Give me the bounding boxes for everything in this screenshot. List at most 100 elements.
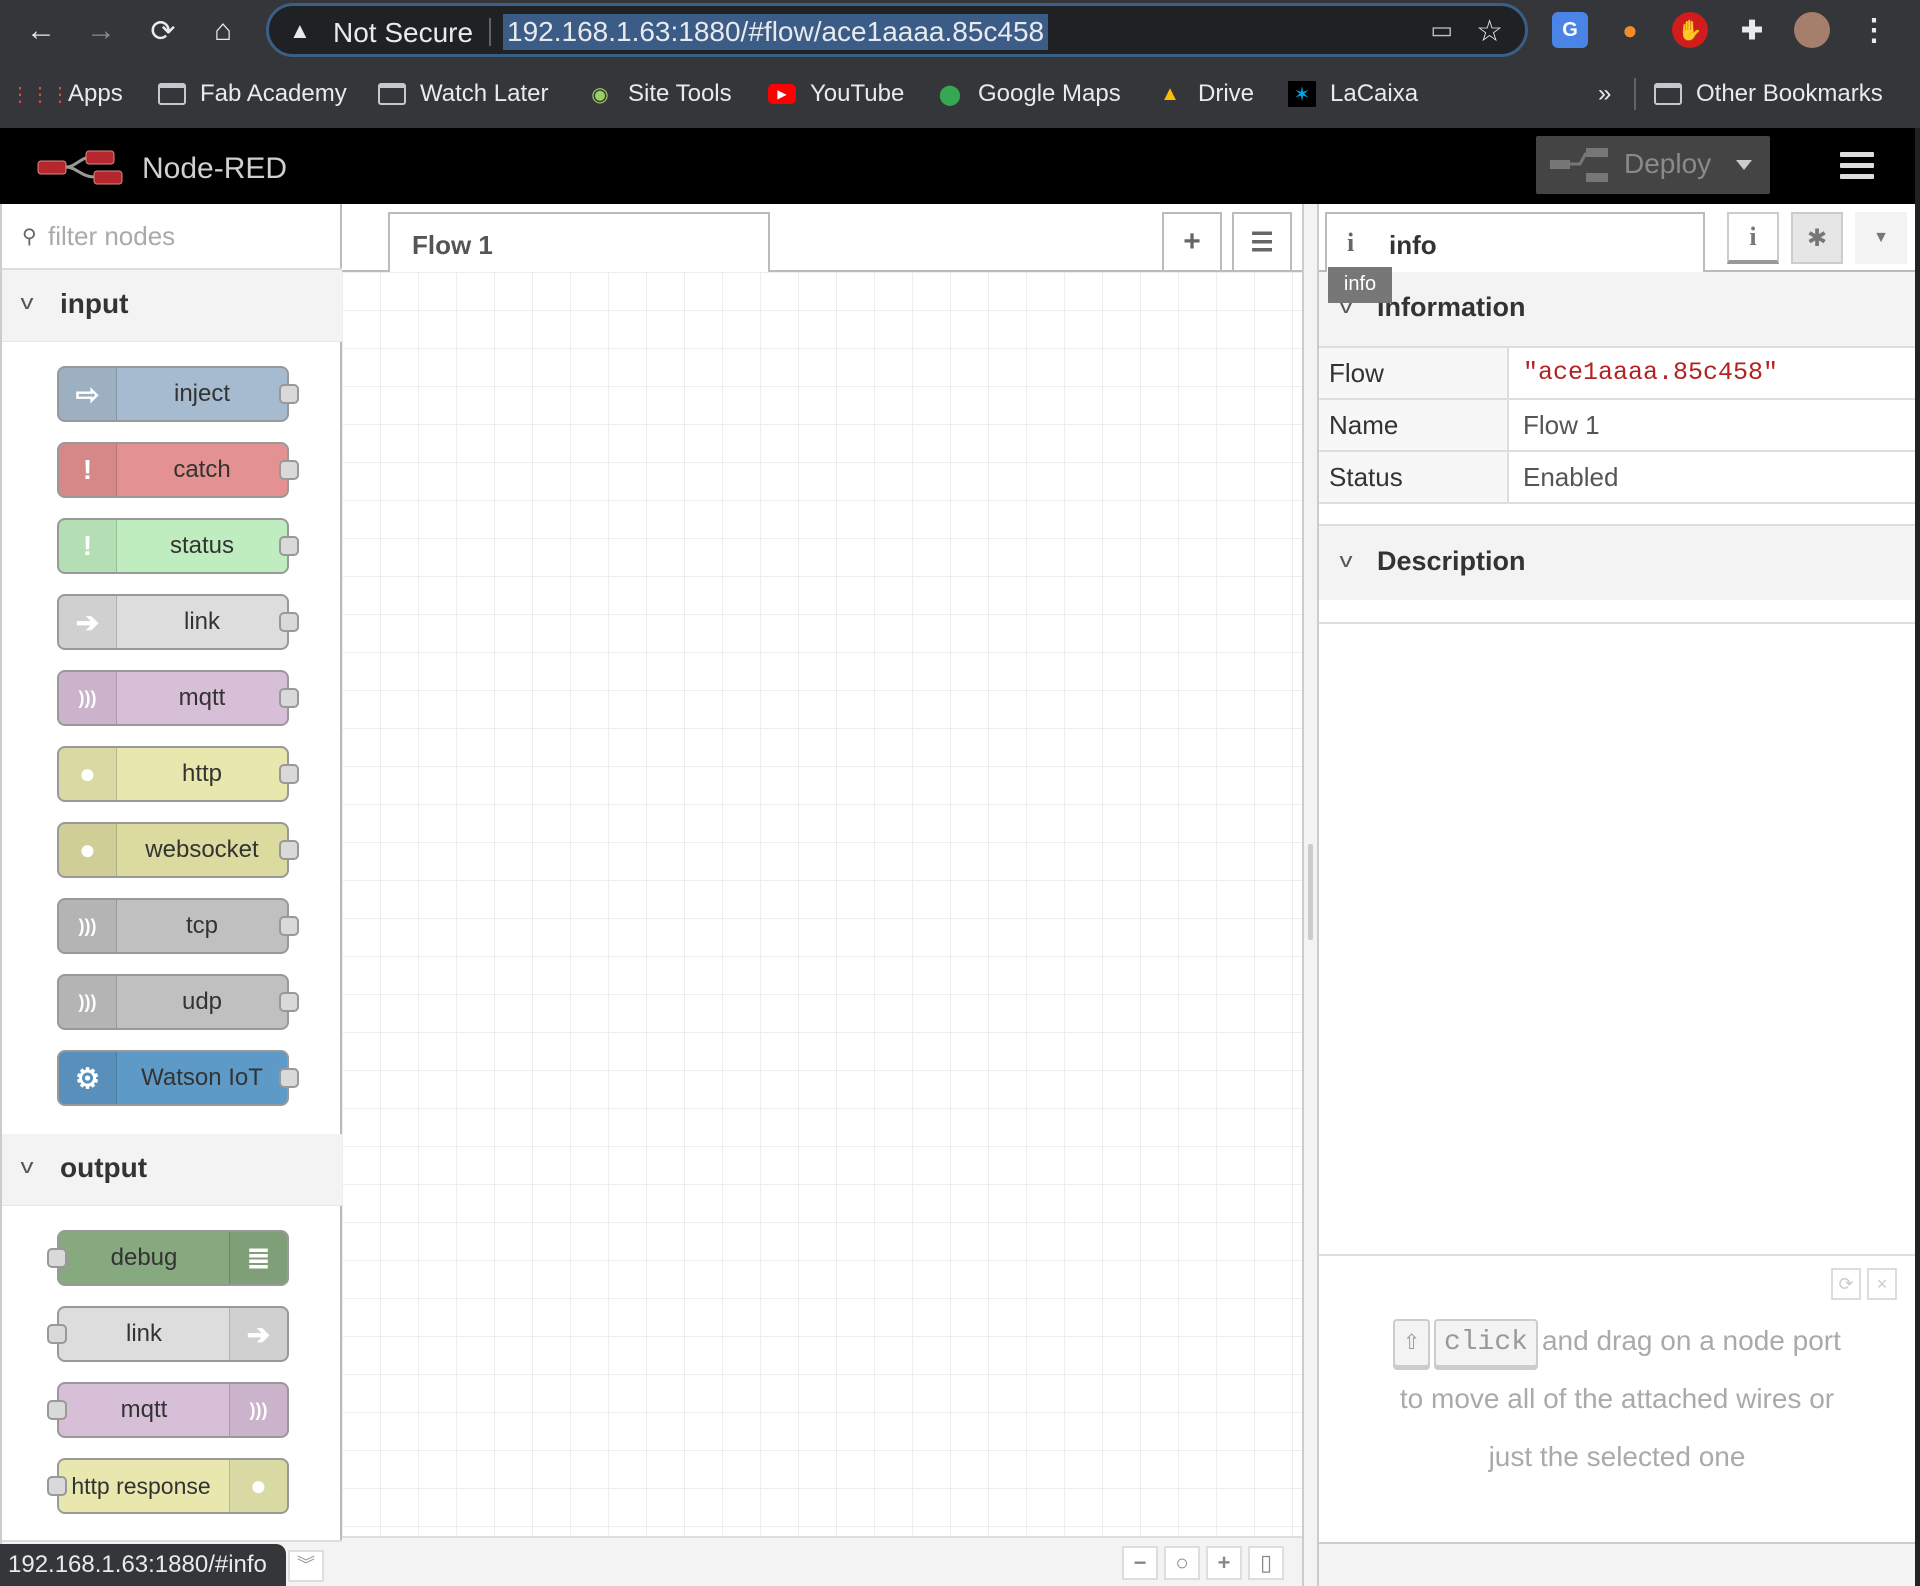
- palette-node-websocket[interactable]: ● websocket: [57, 822, 299, 878]
- node-label: inject: [173, 380, 231, 407]
- home-button[interactable]: ⌂: [202, 10, 244, 52]
- palette-node-link[interactable]: ➔ link: [47, 1306, 289, 1362]
- node-port: [279, 460, 299, 480]
- info-icon: i: [1347, 228, 1355, 257]
- flow-id: "ace1aaaa.85c458": [1523, 358, 1779, 387]
- category-input[interactable]: v input: [2, 270, 342, 342]
- bookmark-lacaixa[interactable]: ✶ LaCaixa: [1288, 76, 1418, 112]
- forward-button[interactable]: →: [80, 10, 122, 52]
- chevron-double-down-icon: ︾: [297, 1555, 315, 1575]
- zoom-in-button[interactable]: +: [1206, 1546, 1242, 1580]
- install-app-icon[interactable]: ▭: [1430, 16, 1453, 45]
- adblock-icon[interactable]: ✋: [1672, 12, 1708, 48]
- bookmark-apps[interactable]: ⋮⋮⋮ Apps: [10, 76, 123, 112]
- deploy-button[interactable]: Deploy: [1536, 136, 1770, 194]
- node-label: websocket: [145, 836, 259, 863]
- exclamation-icon: !: [59, 444, 117, 496]
- palette-node-http-response[interactable]: ● http response: [47, 1458, 289, 1514]
- bookmark-youtube[interactable]: ▶ YouTube: [768, 76, 904, 112]
- palette-node-http[interactable]: ● http: [57, 746, 299, 802]
- reload-button[interactable]: ⟳: [142, 10, 184, 52]
- palette-node-watson-iot[interactable]: ⚙ Watson IoT: [57, 1050, 299, 1106]
- palette-node-udp[interactable]: ))) udp: [57, 974, 299, 1030]
- more-bookmarks-button[interactable]: »: [1598, 76, 1611, 112]
- bookmark-label: Apps: [68, 80, 123, 107]
- workspace-footer: − ○ + ▯: [342, 1536, 1302, 1586]
- bookmark-google-maps[interactable]: ⬤ Google Maps: [936, 76, 1121, 112]
- bookmark-fab-academy[interactable]: Fab Academy: [158, 76, 347, 112]
- bookmark-label: Site Tools: [628, 80, 732, 107]
- google-translate-icon[interactable]: G: [1552, 12, 1588, 48]
- bookmark-site-tools[interactable]: ◉ Site Tools: [586, 76, 732, 112]
- bookmark-watch-later[interactable]: Watch Later: [378, 76, 549, 112]
- palette-node-link[interactable]: ➔ link: [57, 594, 299, 650]
- drag-handle[interactable]: [1308, 844, 1313, 940]
- node-port: [279, 992, 299, 1012]
- palette-node-mqtt[interactable]: ))) mqtt: [57, 670, 299, 726]
- chevron-down-icon: v: [1339, 550, 1353, 572]
- bridge-icon: ))): [229, 1384, 287, 1436]
- globe-icon: ●: [59, 824, 117, 876]
- palette-node-mqtt[interactable]: ))) mqtt: [47, 1382, 289, 1438]
- node-label: status: [169, 532, 235, 559]
- section-information[interactable]: v Information: [1319, 272, 1915, 348]
- debug-tab-button[interactable]: ✱: [1791, 212, 1843, 264]
- browser-menu-icon[interactable]: ⋮: [1856, 12, 1892, 48]
- flow-canvas[interactable]: [342, 272, 1302, 1536]
- bookmark-drive[interactable]: ▲ Drive: [1156, 76, 1254, 112]
- google-maps-icon: ⬤: [938, 83, 962, 106]
- arrow-right-icon: →: [86, 14, 116, 47]
- tab-info[interactable]: i info: [1325, 212, 1705, 274]
- category-label: output: [60, 1152, 148, 1183]
- url-text[interactable]: 192.168.1.63:1880/#flow/ace1aaaa.85c458: [503, 14, 1049, 50]
- section-description[interactable]: v Description: [1319, 524, 1915, 600]
- flow-name: Flow 1: [1523, 410, 1600, 440]
- zoom-reset-button[interactable]: ○: [1164, 1546, 1200, 1580]
- address-bar[interactable]: ▲ Not Secure 192.168.1.63:1880/#flow/ace…: [266, 3, 1528, 57]
- back-button[interactable]: ←: [20, 10, 62, 52]
- bookmark-label: Google Maps: [978, 80, 1121, 107]
- link-out-icon: ➔: [229, 1308, 287, 1360]
- navigator-button[interactable]: ▯: [1248, 1546, 1284, 1580]
- sidebar-menu-button[interactable]: ▼: [1855, 212, 1907, 264]
- security-indicator[interactable]: Not Secure: [333, 17, 473, 49]
- node-port: [47, 1400, 67, 1420]
- tab-flow-1[interactable]: Flow 1: [388, 212, 770, 274]
- bridge-dash-icon: ))): [59, 976, 117, 1028]
- palette-node-catch[interactable]: ! catch: [57, 442, 299, 498]
- extension-egg-icon[interactable]: ●: [1612, 12, 1648, 48]
- info-table: Flow "ace1aaaa.85c458" Name Flow 1 Status E…: [1319, 348, 1915, 504]
- profile-avatar[interactable]: [1794, 12, 1830, 48]
- add-flow-button[interactable]: +: [1162, 212, 1222, 270]
- palette-node-inject[interactable]: ⇨ inject: [57, 366, 299, 422]
- bookmarks-bar: ⋮⋮⋮ Apps Fab Academy Watch Later ◉ Site To…: [0, 66, 1920, 122]
- node-port: [47, 1476, 67, 1496]
- extensions-puzzle-icon[interactable]: ✚: [1734, 12, 1770, 48]
- main-menu-button[interactable]: [1840, 152, 1874, 180]
- list-flows-button[interactable]: ☰: [1232, 212, 1292, 270]
- caret-down-icon[interactable]: [1736, 160, 1752, 170]
- info-tab-button[interactable]: i: [1727, 212, 1779, 264]
- row-key: Name: [1319, 400, 1509, 450]
- sidebar-resize-handle[interactable]: [1302, 204, 1319, 1586]
- palette-node-debug[interactable]: ≣ debug: [47, 1230, 289, 1286]
- divider: [1634, 78, 1636, 110]
- category-output[interactable]: v output: [2, 1134, 342, 1206]
- bookmark-other-bookmarks[interactable]: Other Bookmarks: [1654, 76, 1883, 112]
- refresh-tip-button[interactable]: ⟳: [1831, 1268, 1861, 1300]
- close-tip-button[interactable]: ×: [1867, 1268, 1897, 1300]
- table-row: Status Enabled: [1319, 452, 1915, 504]
- bookmark-label: LaCaixa: [1330, 80, 1419, 107]
- section-title: Information: [1377, 292, 1526, 322]
- filter-nodes-input[interactable]: [48, 218, 328, 254]
- collapse-all-button[interactable]: ︾: [288, 1550, 324, 1582]
- bookmark-star-icon[interactable]: ☆: [1476, 14, 1503, 49]
- tab-label: Flow 1: [412, 230, 493, 260]
- deploy-label: Deploy: [1624, 148, 1712, 179]
- palette-node-tcp[interactable]: ))) tcp: [57, 898, 299, 954]
- tooltip: info: [1328, 267, 1392, 303]
- home-icon: ⌂: [213, 14, 233, 47]
- zoom-out-button[interactable]: −: [1122, 1546, 1158, 1580]
- chevron-double-right-icon: »: [1598, 80, 1612, 107]
- palette-node-status[interactable]: ! status: [57, 518, 299, 574]
